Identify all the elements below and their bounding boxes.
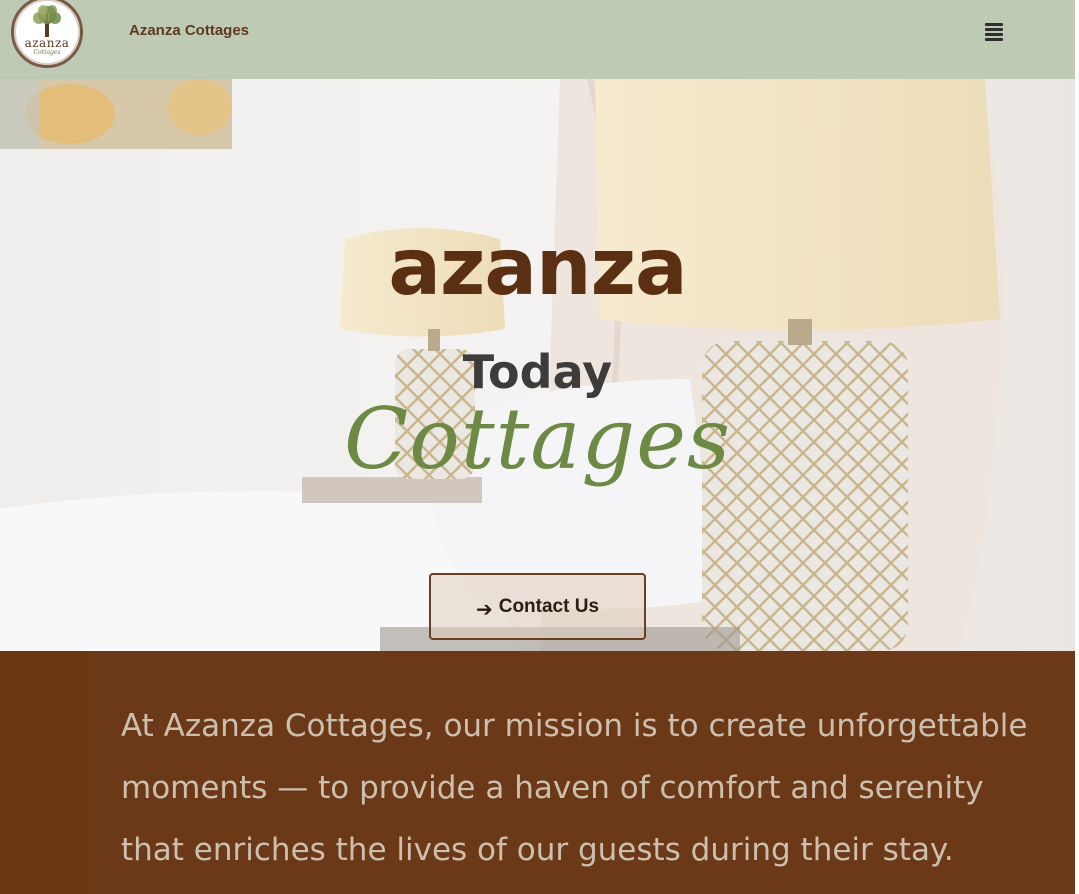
hero-subtitle-today: Today <box>462 345 613 399</box>
mission-section: At Azanza Cottages, our mission is to cr… <box>0 651 1075 894</box>
site-logo[interactable]: azanza Cottages <box>11 0 83 68</box>
logo-wordmark: azanza <box>24 36 70 50</box>
site-title[interactable]: Azanza Cottages <box>129 22 249 39</box>
contact-us-label: Contact Us <box>498 595 600 617</box>
mission-statement: At Azanza Cottages, our mission is to cr… <box>121 708 1028 868</box>
menu-bar <box>985 38 1003 41</box>
menu-bar <box>985 33 1003 36</box>
contact-us-button[interactable]: ➔ Contact Us <box>429 573 646 640</box>
hero-section: azanza Today Cottages ➔ Contact Us <box>0 79 1075 651</box>
hero-brand-title: azanza <box>388 223 687 313</box>
menu-bar <box>985 28 1003 31</box>
arrow-right-icon: ➔ <box>475 596 493 621</box>
menu-bar <box>985 23 1003 26</box>
site-header: azanza Cottages Azanza Cottages <box>0 0 1075 79</box>
logo-subtext: Cottages <box>33 49 61 56</box>
hero-subtitle-cottages: Cottages <box>343 390 732 488</box>
hamburger-menu-icon[interactable] <box>984 22 1004 42</box>
